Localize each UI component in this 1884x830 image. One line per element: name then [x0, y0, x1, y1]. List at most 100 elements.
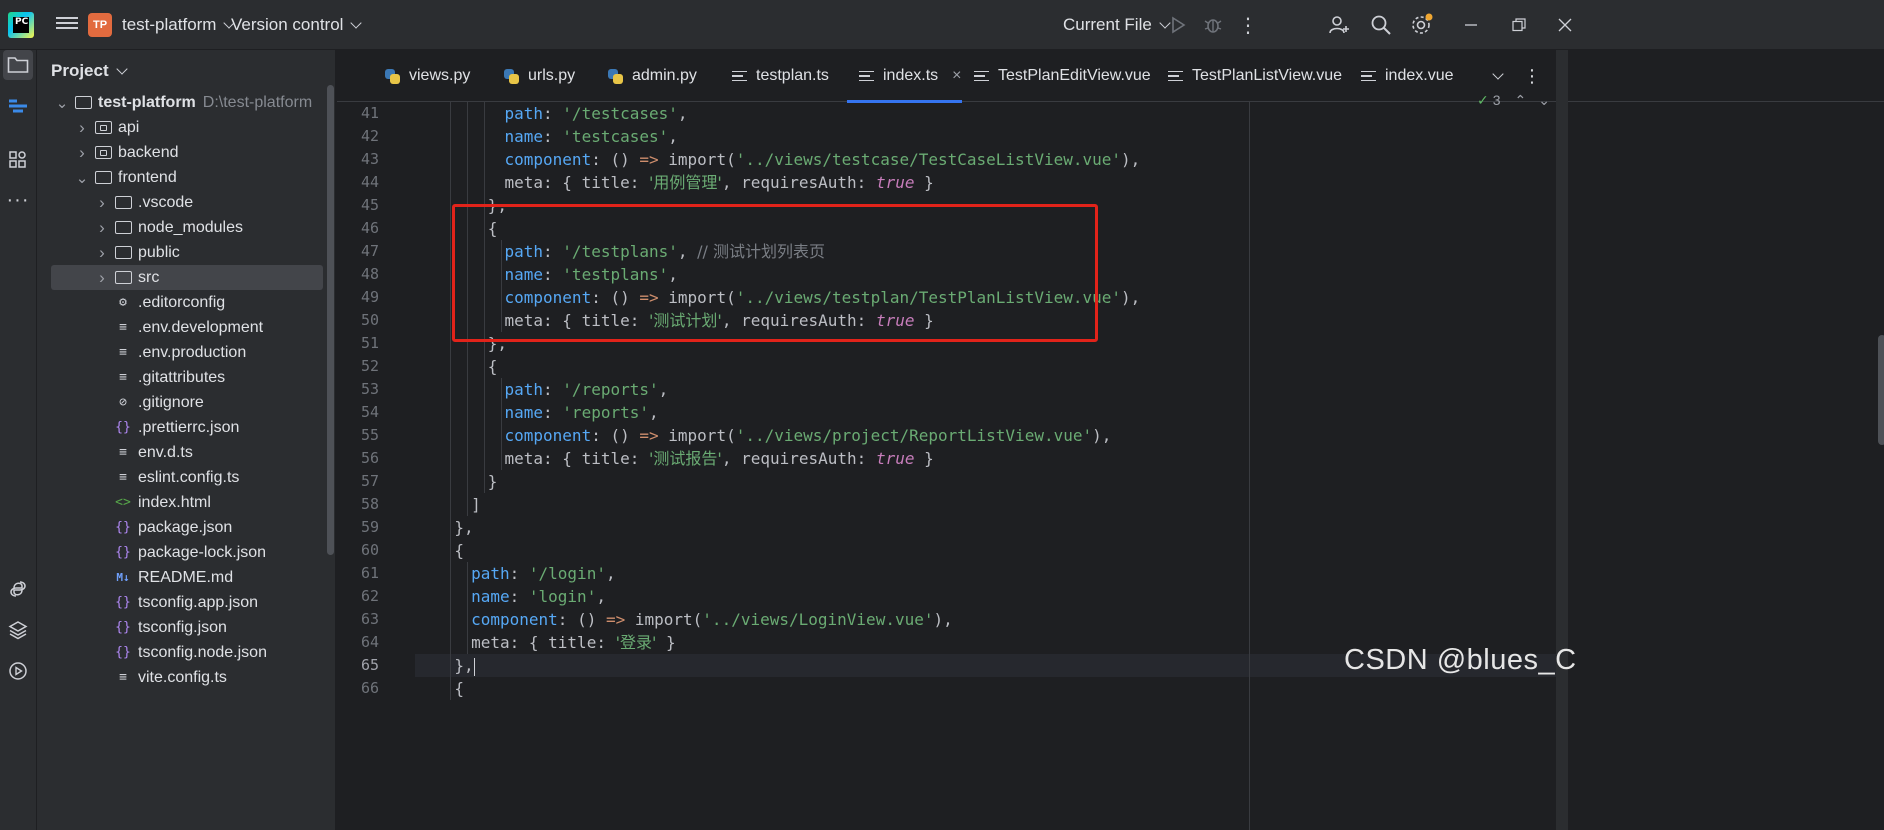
- expand-arrow-icon[interactable]: ›: [95, 218, 109, 238]
- editor-tab[interactable]: TestPlanListView.vue: [1168, 50, 1342, 102]
- json-file-icon: {}: [115, 645, 131, 660]
- tree-item[interactable]: {} package-lock.json: [51, 540, 323, 565]
- tree-item[interactable]: ⌄ test-platform D:\test-platform: [51, 90, 323, 115]
- expand-arrow-icon[interactable]: ›: [95, 193, 109, 213]
- close-tab-icon[interactable]: ×: [952, 67, 961, 85]
- prev-highlight-icon[interactable]: ⌃: [1515, 92, 1527, 109]
- project-tree-scrollbar[interactable]: [327, 85, 334, 555]
- expand-arrow-icon[interactable]: ›: [95, 243, 109, 263]
- python-icon: [384, 68, 401, 85]
- next-highlight-icon[interactable]: ⌄: [1538, 92, 1550, 109]
- main-menu-icon[interactable]: [56, 14, 78, 34]
- tree-item[interactable]: ⌄ frontend: [51, 165, 323, 190]
- layers-icon[interactable]: [3, 615, 33, 645]
- project-panel-header[interactable]: Project: [51, 56, 128, 86]
- tree-item[interactable]: {} tsconfig.json: [51, 615, 323, 640]
- run-config-selector[interactable]: Current File: [1063, 0, 1171, 50]
- plugins-grid-icon[interactable]: [3, 145, 33, 175]
- project-tool-folder-icon[interactable]: [3, 50, 33, 80]
- watermark: CSDN @blues_C: [1344, 644, 1577, 676]
- folder-icon: [115, 196, 132, 209]
- line-number: 62: [360, 587, 379, 605]
- editor-tab[interactable]: views.py: [384, 50, 470, 102]
- tree-item[interactable]: ≡ eslint.config.ts: [51, 465, 323, 490]
- editor-scrollbar[interactable]: [1878, 335, 1884, 445]
- code-token: meta: { title:: [504, 173, 649, 192]
- editor-tab[interactable]: testplan.ts: [732, 50, 829, 102]
- expand-arrow-icon[interactable]: ›: [75, 143, 89, 163]
- tree-item[interactable]: ⊘ .gitignore: [51, 390, 323, 415]
- debug-icon[interactable]: [1201, 13, 1225, 37]
- code-token: },: [454, 518, 474, 537]
- editor-tab[interactable]: TestPlanEditView.vue: [974, 50, 1151, 102]
- tree-item[interactable]: › .vscode: [51, 190, 323, 215]
- code-token: 'login': [528, 587, 597, 606]
- tree-item[interactable]: {} tsconfig.node.json: [51, 640, 323, 665]
- folder-icon: [95, 146, 112, 159]
- expand-arrow-icon[interactable]: ›: [75, 118, 89, 138]
- tree-item[interactable]: {} tsconfig.app.json: [51, 590, 323, 615]
- tree-item-label: node_modules: [138, 218, 243, 236]
- services-run-icon[interactable]: [3, 656, 33, 686]
- tree-item[interactable]: <> index.html: [51, 490, 323, 515]
- line-number: 61: [360, 564, 379, 582]
- code-token: true: [875, 449, 915, 468]
- project-switcher[interactable]: TP test-platform: [88, 0, 236, 50]
- collapse-arrow-icon[interactable]: ⌄: [55, 94, 69, 112]
- code-token: , requiresAuth:: [721, 449, 876, 468]
- tree-item-label: .vscode: [138, 193, 194, 211]
- tree-item[interactable]: › backend: [51, 140, 323, 165]
- line-number: 43: [360, 150, 379, 168]
- more-tools-icon[interactable]: ···: [3, 185, 33, 215]
- run-icon[interactable]: [1166, 13, 1190, 37]
- html-file-icon: <>: [115, 495, 131, 510]
- editor-tab[interactable]: urls.py: [503, 50, 575, 102]
- collapse-arrow-icon[interactable]: ⌄: [75, 169, 89, 187]
- tree-item[interactable]: {} package.json: [51, 515, 323, 540]
- settings-gear-icon[interactable]: [1409, 13, 1433, 37]
- tree-item[interactable]: › api: [51, 115, 323, 140]
- editor-tab-label: index.vue: [1385, 67, 1454, 84]
- more-actions-icon[interactable]: ⋮: [1236, 13, 1260, 37]
- vcs-menu[interactable]: Version control: [231, 0, 363, 50]
- restore-icon[interactable]: [1507, 13, 1531, 37]
- code-token: ),: [1121, 150, 1141, 169]
- code-line: ]: [415, 493, 481, 516]
- search-icon[interactable]: [1369, 13, 1393, 37]
- close-window-icon[interactable]: [1553, 13, 1577, 37]
- code-token: ,: [596, 587, 606, 606]
- expand-arrow-icon[interactable]: ›: [95, 268, 109, 288]
- tree-item[interactable]: M↓ README.md: [51, 565, 323, 590]
- tree-item[interactable]: ≡ vite.config.ts: [51, 665, 323, 690]
- tree-item-label: backend: [118, 143, 179, 161]
- tree-item-label: public: [138, 243, 180, 261]
- code-token: {: [454, 541, 465, 560]
- tree-item[interactable]: ≡ .env.production: [51, 340, 323, 365]
- tree-item[interactable]: ⚙ .editorconfig: [51, 290, 323, 315]
- pycharm-logo-icon[interactable]: PC: [8, 12, 34, 38]
- tree-item[interactable]: › src: [51, 265, 323, 290]
- line-number: 52: [360, 357, 379, 375]
- tree-item[interactable]: › node_modules: [51, 215, 323, 240]
- indent-guide: [450, 102, 452, 700]
- tree-item[interactable]: ≡ .env.development: [51, 315, 323, 340]
- code-line: path: '/testcases',: [415, 102, 688, 125]
- tree-item[interactable]: ≡ .gitattributes: [51, 365, 323, 390]
- editor-tab[interactable]: admin.py: [607, 50, 697, 102]
- python-packages-icon[interactable]: [3, 574, 33, 604]
- minimize-icon[interactable]: [1459, 13, 1483, 37]
- line-number: 53: [360, 380, 379, 398]
- json-file-icon: {}: [115, 595, 131, 610]
- inspection-widget[interactable]: ✓ 3 ⌃ ⌄: [1477, 90, 1550, 110]
- add-user-icon[interactable]: [1327, 13, 1351, 37]
- tree-item[interactable]: › public: [51, 240, 323, 265]
- editor-tab[interactable]: index.vue: [1361, 50, 1454, 102]
- structure-tool-icon[interactable]: [3, 91, 33, 121]
- tree-item[interactable]: ≡ env.d.ts: [51, 440, 323, 465]
- tree-item-label: README.md: [138, 568, 234, 586]
- code-token: import(: [658, 150, 736, 169]
- tree-item[interactable]: {} .prettierrc.json: [51, 415, 323, 440]
- editor-tab-label: index.ts: [883, 67, 939, 84]
- editor-tab[interactable]: index.ts ×: [847, 50, 962, 103]
- code-token: import(: [658, 426, 736, 445]
